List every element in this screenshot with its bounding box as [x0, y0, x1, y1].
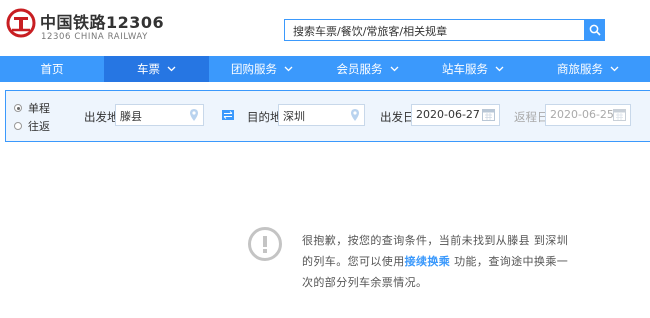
nav-item-label: 首页: [40, 62, 64, 76]
return-date-value: 2020-06-25: [550, 108, 614, 121]
to-station-input[interactable]: 深圳: [278, 104, 365, 126]
from-station-input[interactable]: 滕县: [115, 104, 204, 126]
chevron-down-icon: [390, 66, 398, 72]
nav-item-label: 车票: [137, 62, 160, 76]
depart-date-value: 2020-06-27: [416, 108, 480, 121]
nav-item-group-service[interactable]: 团购服务: [209, 56, 315, 82]
main-nav: 首页 车票 团购服务 会员服务 站车服务 商旅服务: [0, 56, 650, 82]
message-line-3: 次的部分列车余票情况。: [302, 276, 428, 289]
return-date-label: 返程日: [514, 110, 549, 124]
search-button[interactable]: [585, 19, 605, 41]
ticket-query-bar: 单程 往返 出发地 滕县 目的地 深圳 出发日 2020-06-27 返程日 2…: [5, 90, 650, 142]
calendar-icon[interactable]: [482, 108, 495, 121]
transfer-link[interactable]: 接续换乘: [405, 255, 451, 268]
message-line-1: 很抱歉，按您的查询条件，当前未找到从滕县 到深圳: [302, 234, 569, 247]
radio-button[interactable]: [14, 122, 22, 130]
from-station-value: 滕县: [120, 110, 142, 123]
location-pin-icon: [190, 109, 198, 121]
calendar-icon[interactable]: [613, 108, 626, 121]
warning-icon: [248, 227, 282, 261]
swap-stations-icon[interactable]: [222, 110, 234, 120]
radio-label: 单程: [28, 102, 50, 115]
message-line-2: 的列车。您可以使用接续换乘 功能，查询途中换乘一: [302, 251, 602, 272]
chevron-down-icon: [495, 66, 504, 72]
radio-button[interactable]: [14, 104, 22, 112]
from-label: 出发地: [84, 110, 119, 124]
chevron-down-icon: [284, 66, 293, 72]
nav-item-home[interactable]: 首页: [0, 56, 104, 82]
search-input[interactable]: 搜索车票/餐饮/常旅客/相关规章: [284, 19, 585, 41]
message-suffix: 功能，查询途中换乘一: [450, 255, 569, 268]
no-result-message: 很抱歉，按您的查询条件，当前未找到从滕县 到深圳 的列车。您可以使用接续换乘 功…: [302, 230, 602, 293]
nav-item-label: 团购服务: [231, 62, 277, 76]
search-icon: [589, 24, 601, 36]
location-pin-icon: [351, 109, 359, 121]
nav-item-member-service[interactable]: 会员服务: [315, 56, 420, 82]
radio-one-way[interactable]: 单程: [14, 100, 50, 116]
nav-item-business-travel[interactable]: 商旅服务: [526, 56, 650, 82]
depart-date-label: 出发日: [380, 110, 415, 124]
radio-round-trip[interactable]: 往返: [14, 118, 50, 134]
nav-item-station-service[interactable]: 站车服务: [420, 56, 526, 82]
return-date-input[interactable]: 2020-06-25: [545, 104, 631, 126]
nav-item-tickets[interactable]: 车票: [104, 56, 209, 82]
brand-name[interactable]: 中国铁路12306: [40, 9, 164, 33]
nav-item-label: 会员服务: [336, 62, 383, 76]
railway-logo-icon[interactable]: [6, 8, 36, 38]
message-prefix: 的列车。您可以使用: [302, 255, 405, 268]
to-label: 目的地: [247, 110, 282, 124]
depart-date-input[interactable]: 2020-06-27: [411, 104, 500, 126]
chevron-down-icon: [610, 66, 619, 72]
nav-item-label: 商旅服务: [557, 62, 603, 76]
chevron-down-icon: [167, 66, 176, 72]
brand-subtitle: 12306 CHINA RAILWAY: [41, 32, 148, 42]
site-header: 中国铁路12306 12306 CHINA RAILWAY 搜索车票/餐饮/常旅…: [0, 0, 650, 56]
nav-item-label: 站车服务: [442, 62, 488, 76]
to-station-value: 深圳: [283, 110, 305, 123]
radio-label: 往返: [28, 120, 50, 133]
